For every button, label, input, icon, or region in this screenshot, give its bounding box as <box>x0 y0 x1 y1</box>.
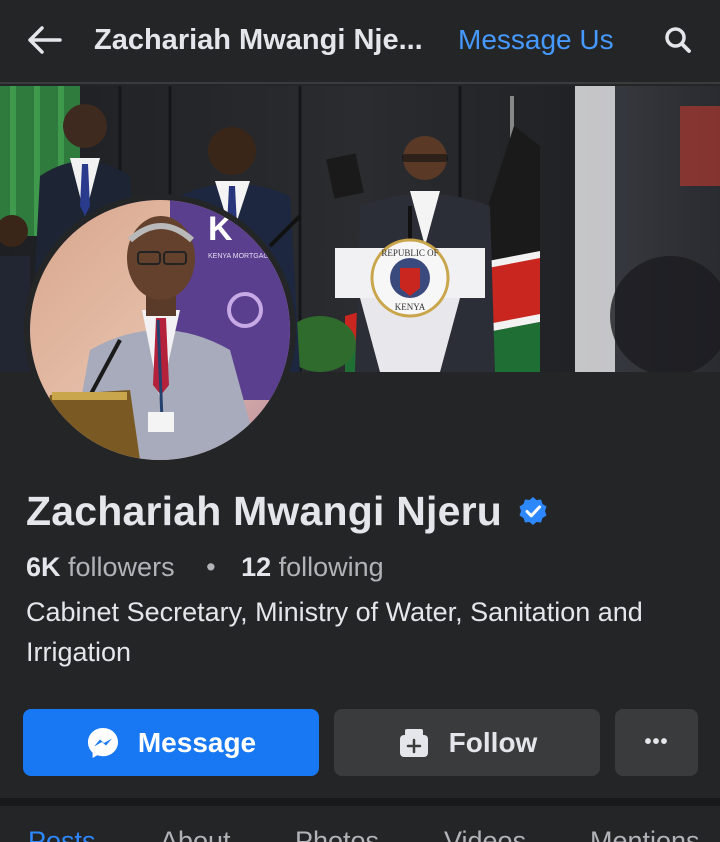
search-button[interactable] <box>660 22 696 58</box>
avatar-image: K KENYA MORTGAGE <box>30 200 290 460</box>
tab-photos[interactable]: Photos <box>295 826 379 842</box>
avatar[interactable]: K KENYA MORTGAGE <box>30 200 290 460</box>
tab-mentions[interactable]: Mentions <box>590 826 700 842</box>
following-label: following <box>278 552 384 582</box>
follow-icon <box>399 728 428 757</box>
tab-about[interactable]: About <box>160 826 231 842</box>
profile-bio: Cabinet Secretary, Ministry of Water, Sa… <box>26 597 643 667</box>
follow-button[interactable]: Follow <box>334 709 600 776</box>
profile-name: Zachariah Mwangi Njeru <box>26 487 503 534</box>
seal-text-bottom: KENYA <box>395 302 426 312</box>
follow-button-label: Follow <box>448 726 538 758</box>
tab-videos[interactable]: Videos <box>444 826 526 842</box>
following-count: 12 <box>241 552 272 582</box>
profile-tabs: Posts About Photos Videos Mentions <box>0 806 720 842</box>
messenger-icon <box>87 727 118 758</box>
stats-separator: • <box>206 552 216 582</box>
follow-stats: 6K followers • 12 following <box>26 548 384 586</box>
back-button[interactable] <box>24 22 64 58</box>
profile-name-row: Zachariah Mwangi Njeru <box>26 484 548 538</box>
section-divider <box>0 798 720 806</box>
more-options-button[interactable]: ••• <box>615 709 698 776</box>
arrow-left-icon <box>28 26 62 54</box>
following-link[interactable]: 12 following <box>241 552 384 582</box>
page-title: Zachariah Mwangi Nje... <box>94 24 423 56</box>
top-bar: Zachariah Mwangi Nje... Message Us <box>0 0 720 84</box>
seal-text-top: REPUBLIC OF <box>381 248 438 258</box>
followers-count: 6K <box>26 552 61 582</box>
message-button-label: Message <box>137 726 257 758</box>
followers-link[interactable]: 6K followers <box>26 552 175 582</box>
banner-text: KENYA MORTGAGE <box>208 253 274 260</box>
more-options-icon: ••• <box>644 731 669 753</box>
tab-posts[interactable]: Posts <box>28 826 96 842</box>
search-icon <box>665 27 691 53</box>
message-button[interactable]: Message <box>23 709 319 776</box>
message-us-link[interactable]: Message Us <box>458 22 614 58</box>
followers-label: followers <box>68 552 175 582</box>
verified-badge-icon <box>519 497 547 525</box>
